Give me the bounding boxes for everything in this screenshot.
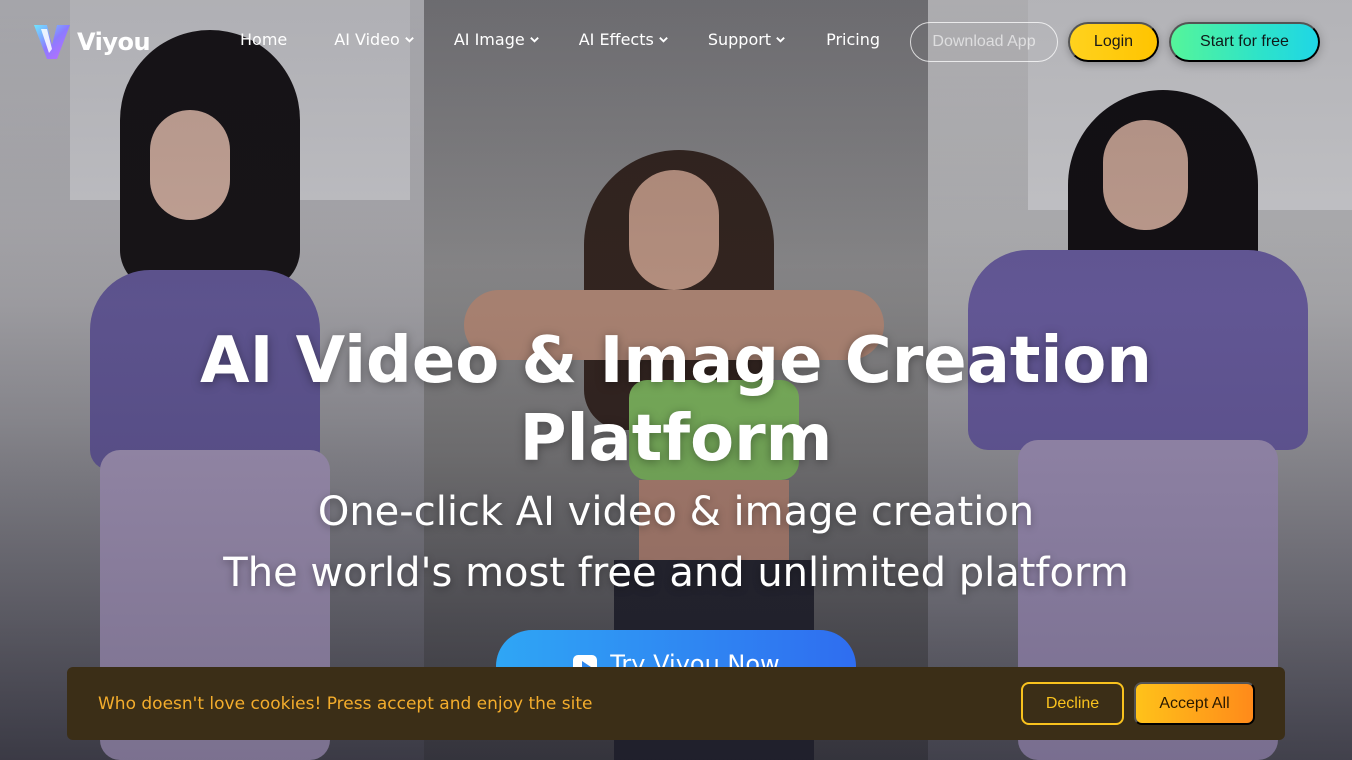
brand-name: Viyou: [77, 28, 151, 56]
viyou-logo-icon: [34, 25, 70, 59]
accept-all-cookies-button[interactable]: Accept All: [1134, 682, 1255, 725]
chevron-down-icon: [529, 37, 539, 43]
top-navbar: Viyou Home AI Video AI Image AI Effects …: [0, 0, 1352, 84]
nav-item-ai-image[interactable]: AI Image: [454, 30, 540, 49]
chevron-down-icon: [776, 37, 785, 43]
nav-item-label: AI Effects: [578, 30, 654, 49]
start-for-free-button[interactable]: Start for free: [1169, 22, 1320, 62]
nav-item-ai-video[interactable]: AI Video: [334, 30, 415, 49]
nav-item-label: Home: [240, 30, 288, 49]
hero-subtitle-line1: One-click AI video & image creation: [317, 489, 1035, 535]
nav-item-label: AI Video: [334, 30, 400, 49]
nav-item-support[interactable]: Support: [708, 30, 786, 49]
brand-logo[interactable]: Viyou: [31, 21, 151, 63]
decline-cookies-button[interactable]: Decline: [1021, 682, 1124, 725]
hero-title-line2: Platform: [519, 402, 833, 476]
hero-title-line1: AI Video & Image Creation: [200, 324, 1152, 398]
nav-item-pricing[interactable]: Pricing: [826, 30, 880, 49]
nav-item-label: Support: [707, 30, 772, 49]
download-app-button[interactable]: Download App: [910, 22, 1058, 62]
hero-title: AI Video & Image Creation Platform: [0, 322, 1352, 478]
login-button[interactable]: Login: [1068, 22, 1159, 62]
chevron-down-icon: [659, 37, 668, 43]
cookie-message: Who doesn't love cookies! Press accept a…: [98, 694, 593, 714]
nav-item-home[interactable]: Home: [240, 30, 287, 49]
nav-item-label: AI Image: [453, 30, 525, 49]
nav-item-ai-effects[interactable]: AI Effects: [579, 30, 669, 49]
chevron-down-icon: [405, 37, 414, 43]
main-nav: Home AI Video AI Image AI Effects Suppor…: [240, 30, 880, 49]
cookie-consent-bar: Who doesn't love cookies! Press accept a…: [67, 667, 1285, 740]
nav-item-label: Pricing: [826, 30, 881, 49]
hero-subtitle-line2: The world's most free and unlimited plat…: [223, 550, 1129, 596]
